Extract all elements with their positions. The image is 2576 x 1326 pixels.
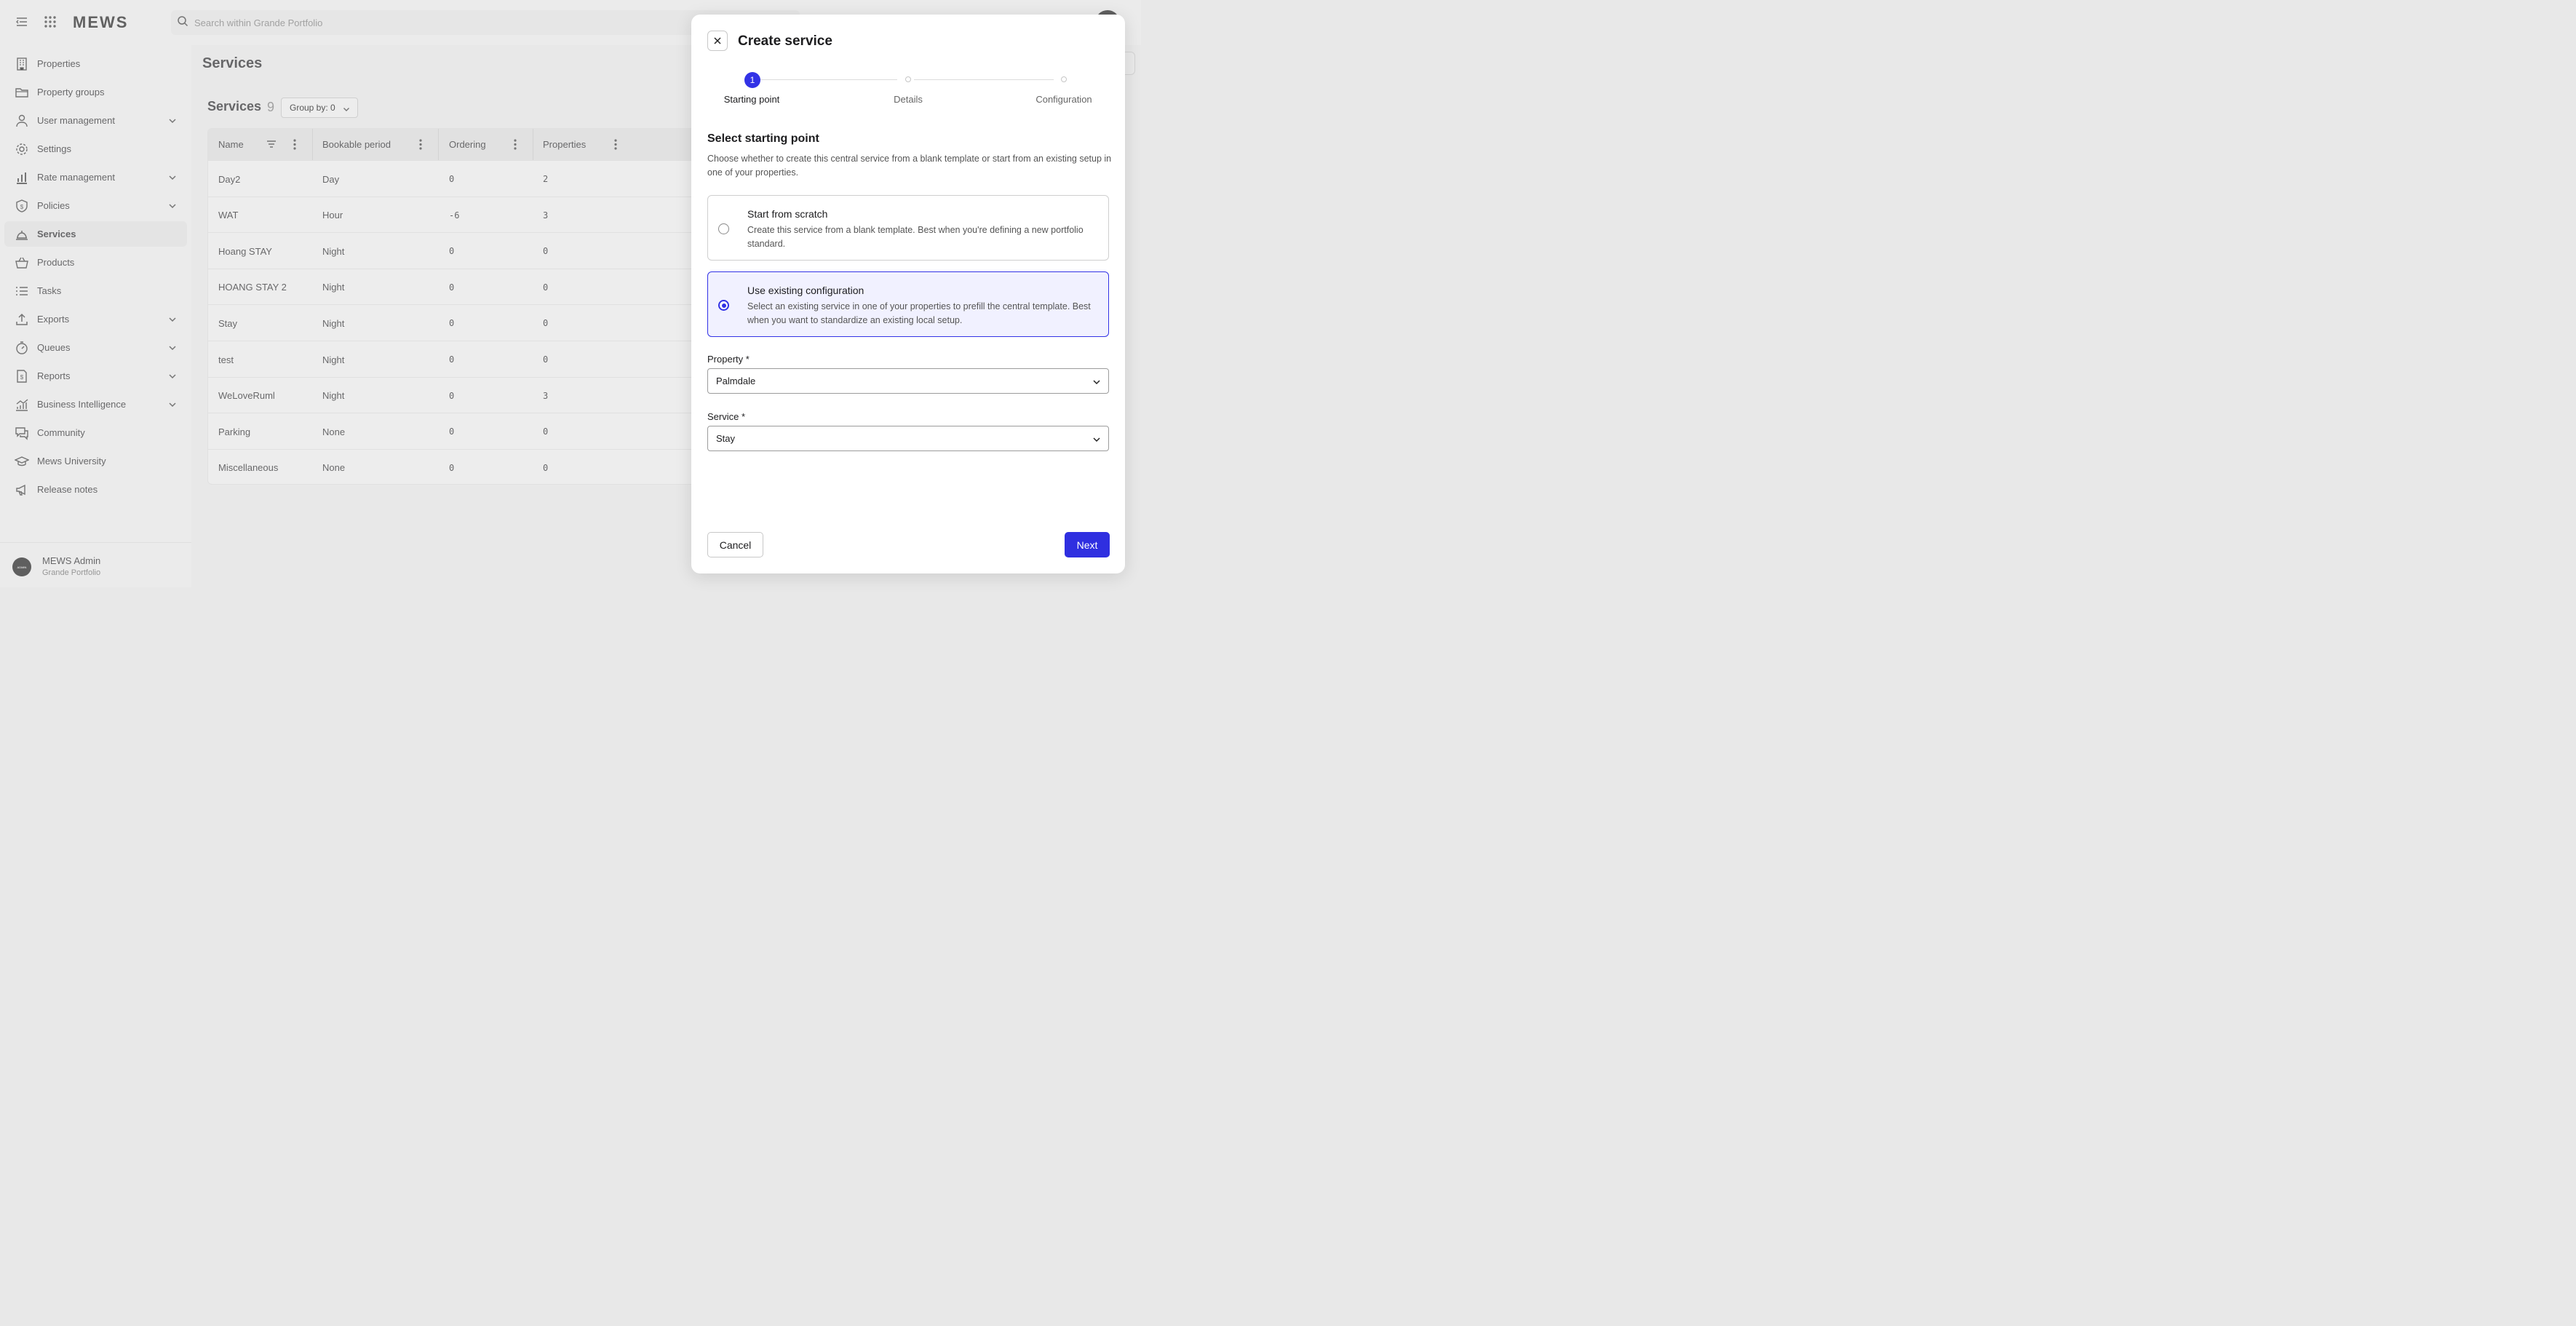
step-3-indicator — [1061, 76, 1067, 82]
service-select[interactable]: Stay — [707, 426, 1109, 451]
option-use-existing-configuration[interactable]: Use existing configuration Select an exi… — [707, 271, 1109, 337]
radio-start-from-scratch[interactable] — [718, 223, 729, 234]
service-label: Service * — [707, 411, 746, 422]
radio-use-existing-configuration[interactable] — [718, 300, 729, 311]
option-description: Select an existing service in one of you… — [747, 301, 1091, 325]
create-service-dialog: Create service 1 Starting point Details … — [691, 15, 1125, 573]
dialog-title: Create service — [738, 33, 832, 49]
option-title: Use existing configuration — [747, 285, 864, 296]
section-description: Choose whether to create this central se… — [707, 154, 1112, 178]
step-1-indicator: 1 — [744, 72, 760, 88]
stepper-connector — [760, 79, 897, 80]
close-icon — [714, 36, 721, 47]
next-button[interactable]: Next — [1065, 532, 1110, 557]
property-select[interactable]: Palmdale — [707, 368, 1109, 394]
chevron-down-icon — [1092, 435, 1101, 444]
option-start-from-scratch[interactable]: Start from scratch Create this service f… — [707, 195, 1109, 261]
option-title: Start from scratch — [747, 208, 828, 220]
section-heading: Select starting point — [707, 132, 819, 145]
close-button[interactable] — [707, 31, 728, 51]
chevron-down-icon — [1092, 378, 1101, 386]
option-description: Create this service from a blank templat… — [747, 225, 1084, 249]
step-label-details: Details — [894, 94, 923, 105]
stepper-connector — [914, 79, 1054, 80]
step-2-indicator — [905, 76, 911, 82]
step-label-configuration: Configuration — [1035, 94, 1092, 105]
property-value: Palmdale — [716, 376, 756, 386]
service-value: Stay — [716, 433, 736, 444]
cancel-button[interactable]: Cancel — [707, 532, 763, 557]
step-label-starting-point: Starting point — [723, 94, 780, 105]
property-label: Property * — [707, 354, 750, 365]
